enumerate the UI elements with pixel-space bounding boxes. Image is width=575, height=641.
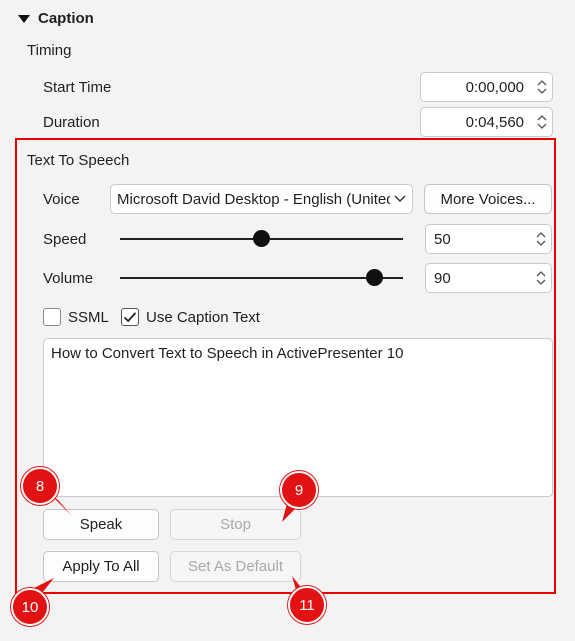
callout-badge-9: 9 (280, 471, 318, 509)
callout-badge-11: 11 (288, 586, 326, 624)
callout-badge-8: 8 (21, 467, 59, 505)
callout-badge-10: 10 (11, 588, 49, 626)
callout-pointers (26, 492, 308, 598)
